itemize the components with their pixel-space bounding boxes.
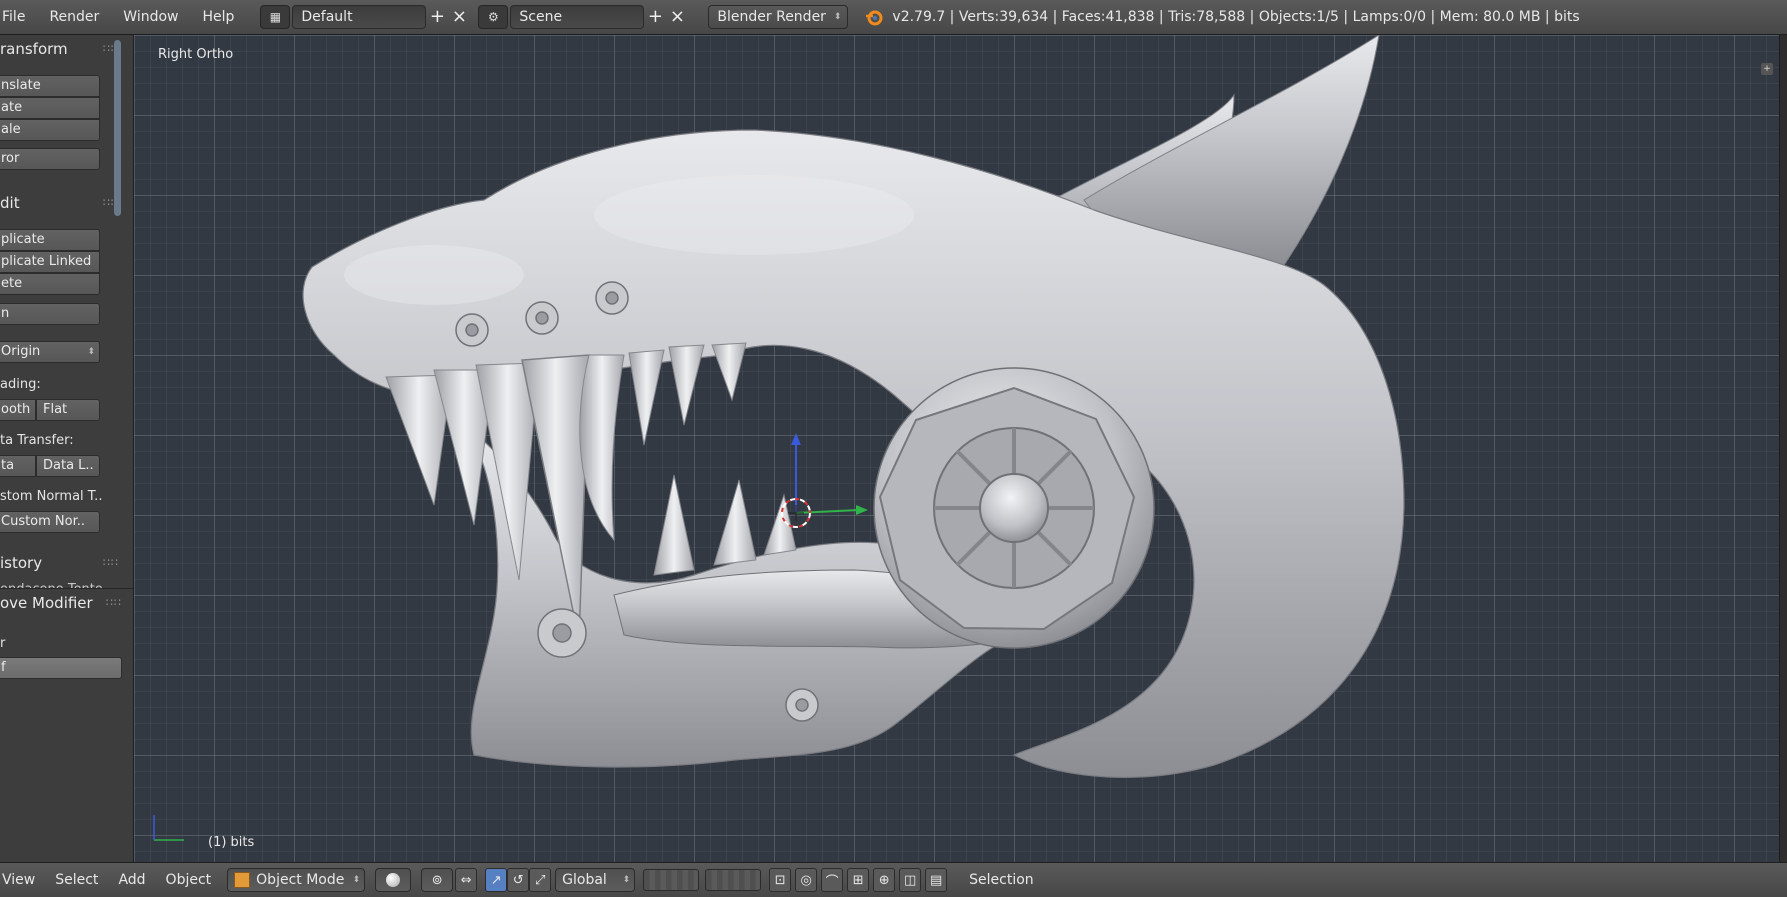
scene-statistics: v2.79.7 | Verts:39,634 | Faces:41,838 | … (892, 9, 1580, 25)
dropdown-arrows-icon: ⬍ (622, 875, 631, 885)
render-engine-label: Blender Render (717, 9, 826, 25)
translate-button[interactable]: nslate (0, 75, 100, 97)
transform-orientation-dropdown[interactable]: Global ⬍ (555, 868, 636, 892)
viewport-right-edge[interactable] (1779, 35, 1787, 862)
solid-shading-icon (386, 873, 401, 887)
custom-normal-button[interactable]: Custom Nor.. (0, 511, 100, 533)
render-engine-dropdown[interactable]: Blender Render ⬍ (708, 5, 849, 29)
scene-icon[interactable]: ⚙ (478, 5, 509, 29)
lock-layers-icon[interactable]: ⊡ (769, 868, 792, 892)
history-panel-title: istory (0, 554, 43, 572)
delete-button[interactable]: ete (0, 273, 100, 295)
remove-layout-icon[interactable]: × (448, 5, 470, 29)
interaction-mode-label: Object Mode (256, 872, 345, 888)
rotate-manipulator-icon[interactable]: ↺ (507, 868, 530, 892)
transform-panel-header[interactable]: ransform ∷∷ (0, 35, 125, 63)
transform-orientation-label: Global (562, 872, 607, 888)
remove-scene-icon[interactable]: × (666, 5, 688, 29)
menu-help[interactable]: Help (190, 0, 246, 35)
menu-view[interactable]: View (0, 872, 45, 888)
manipulator-toggle-icon[interactable]: ⇔ (455, 868, 478, 892)
blender-logo-icon (864, 7, 884, 27)
data-transfer-button[interactable]: ta (0, 455, 36, 477)
dropdown-arrows-icon: ⬍ (87, 347, 95, 357)
opengl-render-icon[interactable]: ◫ (899, 868, 922, 892)
scale-button[interactable]: ale (0, 119, 100, 141)
menu-render[interactable]: Render (37, 0, 111, 35)
pivot-point-dropdown[interactable]: ⊚ (421, 868, 454, 892)
history-panel-header[interactable]: istory ∷∷ (0, 549, 125, 577)
dropdown-arrows-icon: ⬍ (833, 12, 842, 22)
menu-file[interactable]: File (0, 0, 37, 35)
panel-grip-icon[interactable]: ∷∷ (103, 549, 119, 577)
screen-layout-name: Default (301, 9, 353, 25)
operator-panel-header[interactable]: ove Modifier ∷∷ (0, 589, 128, 617)
operator-modifier-field[interactable]: f (0, 657, 122, 679)
info-header: File Render Window Help ▦ Default + × ⚙ … (0, 0, 1787, 35)
custom-normal-label: stom Normal T.. (0, 489, 103, 504)
pivot-point-icon: ⊚ (431, 872, 443, 888)
duplicate-button[interactable]: plicate (0, 229, 100, 251)
data-layout-button[interactable]: Data L.. (36, 455, 100, 477)
view-name-label: Right Ortho (158, 47, 234, 62)
shading-label: ading: (0, 377, 41, 392)
object-mode-icon (234, 872, 251, 888)
join-button[interactable]: n (0, 303, 100, 325)
screen-layout-field[interactable]: Default (292, 5, 427, 29)
menu-select[interactable]: Select (45, 872, 108, 888)
dropdown-arrows-icon: ⬍ (352, 875, 361, 885)
interaction-mode-dropdown[interactable]: Object Mode ⬍ (227, 868, 366, 892)
shade-smooth-button[interactable]: ooth (0, 399, 36, 421)
set-origin-label: Origin (1, 344, 41, 359)
operator-panel-title: ove Modifier (0, 594, 93, 612)
edit-panel-header[interactable]: dit ∷∷ (0, 189, 125, 217)
screen-layout-icon[interactable]: ▦ (260, 5, 291, 29)
edit-panel-title: dit (0, 194, 20, 212)
translate-manipulator-icon[interactable]: ↗ (485, 868, 508, 892)
duplicate-linked-button[interactable]: plicate Linked (0, 251, 100, 273)
add-scene-icon[interactable]: + (644, 5, 666, 29)
snap-element-icon[interactable]: ⊞ (847, 868, 870, 892)
scene-field[interactable]: Scene (510, 5, 645, 29)
scene-name: Scene (519, 9, 563, 25)
shade-flat-button[interactable]: Flat (36, 399, 100, 421)
layers-group-1[interactable] (643, 869, 700, 891)
set-origin-dropdown[interactable]: Origin ⬍ (0, 341, 100, 363)
properties-toggle-icon[interactable]: + (1761, 63, 1773, 75)
tool-shelf-scrollbar[interactable] (114, 40, 121, 216)
transform-panel-title: ransform (0, 40, 68, 58)
add-layout-icon[interactable]: + (426, 5, 448, 29)
snap-target-label: Selection (969, 872, 1034, 888)
3d-viewport[interactable]: Right Ortho (1) bits + (134, 35, 1779, 862)
tool-shelf: ransform ∷∷ nslate ate ale ror dit ∷∷ pl… (0, 35, 134, 862)
snap-toggle-icon[interactable]: ⌒ (821, 868, 844, 892)
panel-grip-icon[interactable]: ∷∷ (106, 589, 122, 617)
3d-view-header: View Select Add Object Object Mode ⬍ ⊚ ⇔… (0, 862, 1787, 897)
layers-group-2[interactable] (705, 869, 762, 891)
scale-manipulator-icon[interactable]: ⤢ (529, 868, 552, 892)
mirror-button[interactable]: ror (0, 148, 100, 170)
snap-target-icon[interactable]: ⊕ (873, 868, 896, 892)
model-mesh-render (153, 35, 1405, 841)
opengl-animation-icon[interactable]: ▤ (925, 868, 948, 892)
active-object-label: (1) bits (208, 835, 255, 850)
menu-object[interactable]: Object (156, 872, 222, 888)
rotate-button[interactable]: ate (0, 97, 100, 119)
menu-add[interactable]: Add (108, 872, 155, 888)
proportional-edit-icon[interactable]: ◎ (795, 868, 818, 892)
data-transfer-label: ta Transfer: (0, 433, 74, 448)
viewport-shading-dropdown[interactable] (375, 868, 412, 892)
operator-field-label: r (0, 636, 6, 651)
menu-window[interactable]: Window (111, 0, 190, 35)
